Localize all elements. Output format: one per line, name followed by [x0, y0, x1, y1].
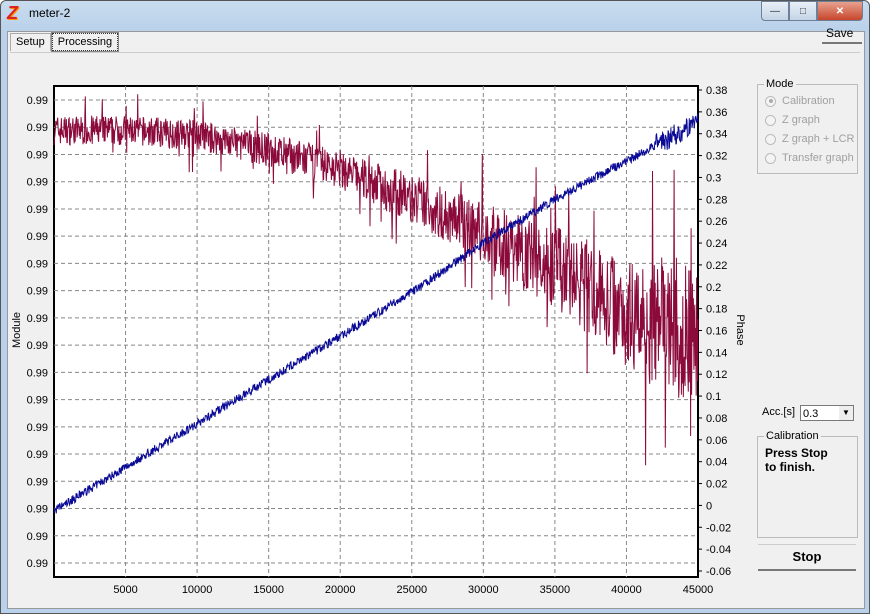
tab-processing[interactable]: Processing	[50, 32, 120, 52]
radio-z-graph-lcr[interactable]: Z graph + LCR	[765, 133, 854, 145]
client-area: Setup Processing	[7, 31, 865, 609]
radio-icon	[765, 152, 776, 164]
tab-setup[interactable]: Setup	[10, 33, 51, 51]
acc-label: Acc.[s]	[762, 406, 796, 418]
radio-icon	[765, 133, 776, 145]
app-logo-icon: Z	[7, 3, 18, 23]
radio-label: Transfer graph	[782, 152, 854, 164]
radio-selected-icon	[765, 95, 776, 107]
status-line-2: to finish.	[765, 460, 815, 474]
status-line-1: Press Stop	[765, 446, 828, 460]
app-window: Z meter-2 — □ ✕ Setup Processing	[0, 0, 870, 614]
calibration-legend: Calibration	[766, 430, 819, 442]
radio-z-graph[interactable]: Z graph	[765, 114, 820, 126]
title-bar: Z meter-2 — □ ✕	[1, 1, 869, 25]
radio-calibration[interactable]: Calibration	[765, 95, 835, 107]
radio-label: Z graph + LCR	[782, 133, 855, 145]
processing-panel	[10, 52, 860, 605]
radio-transfer-graph[interactable]: Transfer graph	[765, 152, 854, 164]
save-button[interactable]: Save	[822, 24, 862, 44]
radio-icon	[765, 114, 776, 126]
minimize-button[interactable]: —	[761, 1, 789, 21]
maximize-button[interactable]: □	[789, 1, 817, 21]
window-title: meter-2	[29, 6, 71, 20]
stop-button[interactable]: Stop	[758, 544, 856, 571]
chevron-down-icon[interactable]: ▼	[839, 406, 853, 420]
radio-label: Z graph	[782, 114, 820, 126]
acc-select[interactable]: 0.3 ▼	[800, 405, 854, 421]
close-button[interactable]: ✕	[817, 1, 863, 21]
mode-legend: Mode	[766, 78, 794, 90]
radio-label: Calibration	[782, 95, 835, 107]
acc-value: 0.3	[803, 408, 819, 420]
